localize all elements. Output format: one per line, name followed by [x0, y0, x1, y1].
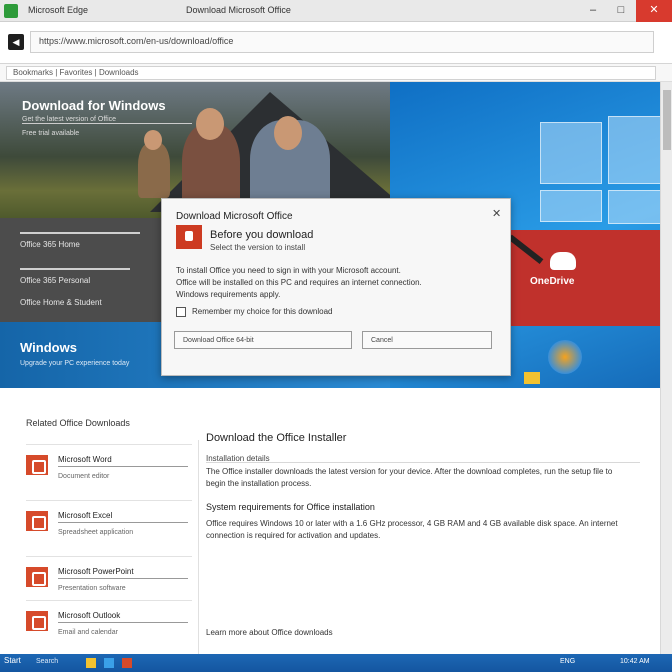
- cloud-icon: [550, 252, 576, 270]
- cancel-button[interactable]: Cancel: [362, 331, 492, 349]
- file-explorer-icon[interactable]: [86, 658, 96, 668]
- banner-title: Windows: [20, 340, 77, 355]
- start-button[interactable]: Start: [4, 656, 21, 665]
- app-title: Microsoft Edge: [28, 5, 89, 15]
- sidebar-item-excel[interactable]: Microsoft Excel Spreadsheet application: [26, 500, 192, 556]
- hero-heading: Download for Windows: [22, 98, 166, 113]
- learn-more-link[interactable]: Learn more about Office downloads: [206, 628, 333, 637]
- related-downloads-sidebar: Related Office Downloads Microsoft Word …: [0, 388, 198, 654]
- sidebar-item-desc: Spreadsheet application: [58, 529, 134, 536]
- sidebar-item-outlook[interactable]: Microsoft Outlook Email and calendar: [26, 600, 192, 656]
- dialog-heading: Before you download: [210, 229, 314, 241]
- windows-pane-graphic: [608, 190, 664, 224]
- minimize-button[interactable]: –: [578, 0, 608, 22]
- promo-label: OneDrive: [530, 276, 575, 287]
- banner-subtext: Upgrade your PC experience today: [20, 360, 130, 367]
- close-button[interactable]: ✕: [636, 0, 672, 22]
- taskbar: Start Search ENG 10:42 AM: [0, 654, 672, 672]
- folder-icon: [524, 372, 540, 384]
- page-scrollbar[interactable]: [660, 82, 672, 654]
- plan-item[interactable]: Office Home & Student: [20, 298, 102, 307]
- content-subtitle: System requirements for Office installat…: [206, 502, 375, 512]
- divider: [20, 268, 130, 270]
- dialog-title: Download Microsoft Office: [176, 211, 293, 222]
- sidebar-item-label: Microsoft Excel: [58, 511, 188, 523]
- taskbar-search[interactable]: Search: [36, 658, 58, 665]
- maximize-button[interactable]: □: [606, 0, 636, 22]
- plan-item[interactable]: Office 365 Home: [20, 240, 80, 249]
- lower-section: Related Office Downloads Microsoft Word …: [0, 388, 672, 654]
- vertical-divider: [198, 440, 199, 654]
- office-icon: [176, 225, 202, 249]
- sidebar-item-label: Microsoft PowerPoint: [58, 567, 188, 579]
- back-icon[interactable]: ◀: [8, 34, 24, 50]
- url-input[interactable]: https://www.microsoft.com/en-us/download…: [30, 31, 654, 53]
- person-head: [196, 108, 224, 140]
- dialog-body: To install Office you need to sign in wi…: [176, 265, 496, 301]
- content-paragraph: The Office installer downloads the lates…: [206, 467, 613, 488]
- office-app-icon: [26, 455, 48, 475]
- remember-checkbox-label[interactable]: Remember my choice for this download: [192, 307, 333, 316]
- language-indicator[interactable]: ENG: [560, 658, 575, 665]
- person-figure: [138, 142, 170, 198]
- browser-icon[interactable]: [104, 658, 114, 668]
- person-head: [144, 130, 162, 150]
- office-app-icon: [26, 611, 48, 631]
- bookmark-links[interactable]: Bookmarks | Favorites | Downloads: [6, 66, 656, 80]
- sidebar-item-word[interactable]: Microsoft Word Document editor: [26, 444, 192, 500]
- address-bar-row: ◀ https://www.microsoft.com/en-us/downlo…: [0, 22, 672, 64]
- sidebar-item-label: Microsoft Word: [58, 455, 188, 467]
- office-icon[interactable]: [122, 658, 132, 668]
- sidebar-item-desc: Presentation software: [58, 585, 126, 592]
- tab-title[interactable]: Download Microsoft Office: [186, 5, 291, 15]
- download-dialog: Download Microsoft Office ✕ Before you d…: [161, 198, 511, 376]
- sidebar-heading: Related Office Downloads: [26, 418, 130, 428]
- scrollbar-thumb[interactable]: [663, 90, 671, 150]
- windows-pane-graphic: [540, 190, 602, 222]
- divider: [206, 462, 640, 463]
- dialog-close-icon[interactable]: ✕: [492, 207, 501, 220]
- plan-item[interactable]: Office 365 Personal: [20, 276, 90, 285]
- divider: [20, 232, 140, 234]
- dialog-body-line: Office will be installed on this PC and …: [176, 278, 422, 287]
- windows-logo-icon: [548, 340, 582, 374]
- main-content: Download the Office Installer Installati…: [206, 388, 646, 654]
- hero-subtext-2: Free trial available: [22, 130, 80, 137]
- person-head: [274, 116, 302, 150]
- hero-subtext: Get the latest version of Office: [22, 116, 192, 124]
- dialog-subheading: Select the version to install: [210, 243, 306, 252]
- dialog-body-line: Windows requirements apply.: [176, 290, 281, 299]
- content-paragraph: Office requires Windows 10 or later with…: [206, 519, 618, 540]
- windows-pane-graphic: [608, 116, 664, 184]
- office-app-icon: [26, 511, 48, 531]
- sidebar-item-label: Microsoft Outlook: [58, 611, 188, 623]
- sidebar-item-desc: Document editor: [58, 473, 110, 480]
- window-titlebar: Microsoft Edge Download Microsoft Office…: [0, 0, 672, 22]
- app-icon: [4, 4, 18, 18]
- office-app-icon: [26, 567, 48, 587]
- onedrive-promo[interactable]: OneDrive: [510, 230, 672, 326]
- content-title: Download the Office Installer: [206, 432, 347, 444]
- download-button[interactable]: Download Office 64-bit: [174, 331, 352, 349]
- dialog-body-line: To install Office you need to sign in wi…: [176, 266, 401, 275]
- clock[interactable]: 10:42 AM: [620, 658, 650, 665]
- sidebar-item-desc: Email and calendar: [58, 629, 118, 636]
- bookmark-bar: Bookmarks | Favorites | Downloads: [0, 64, 672, 82]
- windows-pane-graphic: [540, 122, 602, 184]
- remember-checkbox[interactable]: [176, 307, 186, 317]
